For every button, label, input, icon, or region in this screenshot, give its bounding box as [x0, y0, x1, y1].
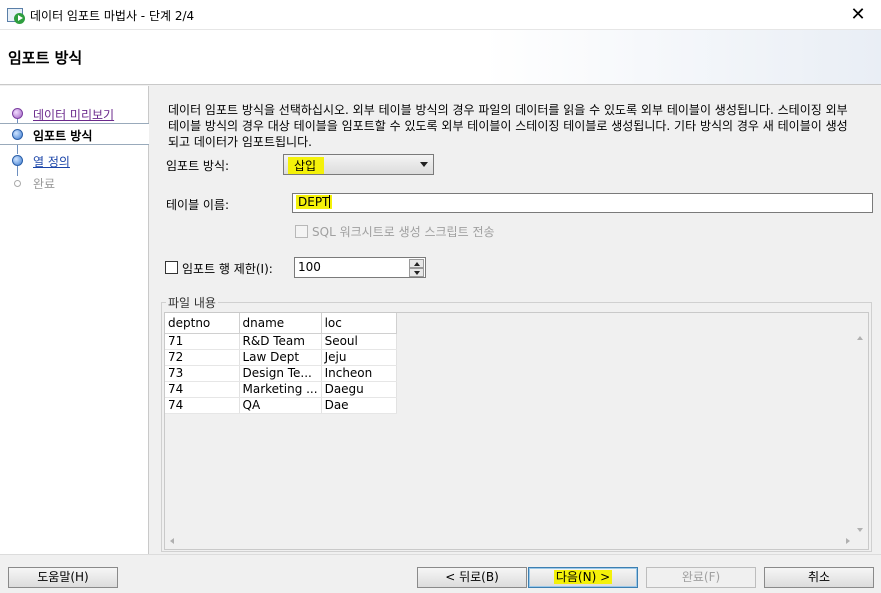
limit-rows-label: 임포트 행 제한(I): [182, 262, 273, 276]
title-bar: 데이터 임포트 마법사 - 단계 2/4 ✕ [0, 0, 881, 30]
window-title: 데이터 임포트 마법사 - 단계 2/4 [30, 9, 195, 23]
close-icon[interactable]: ✕ [835, 0, 881, 30]
file-contents-title: 파일 내용 [166, 294, 218, 311]
import-method-select[interactable]: 삽입 [283, 154, 434, 175]
play-icon [14, 13, 25, 24]
column-header[interactable]: loc [321, 313, 397, 334]
table-cell: Law Dept [239, 349, 322, 366]
sql-script-checkbox [295, 225, 308, 238]
table-cell: 73 [165, 365, 240, 382]
limit-rows-value: 100 [298, 260, 321, 274]
table-cell: Dae [321, 397, 397, 414]
column-header[interactable]: deptno [165, 313, 240, 334]
table-cell: Seoul [321, 333, 397, 350]
table-name-label: 테이블 이름: [166, 198, 230, 212]
table-cell: Design Te... [239, 365, 322, 382]
step-node-icon [14, 180, 21, 187]
back-button[interactable]: < 뒤로(B) [417, 567, 527, 588]
step-column-definition[interactable]: 열 정의 [0, 150, 149, 172]
next-button-label: 다음(N) > [553, 570, 613, 584]
page-title: 임포트 방식 [8, 49, 83, 67]
limit-rows-spinner[interactable]: 100 [294, 257, 426, 278]
steps-sidebar: 데이터 미리보기 임포트 방식 열 정의 완료 [0, 86, 149, 554]
table-cell: Daegu [321, 381, 397, 398]
step-label: 임포트 방식 [33, 129, 93, 143]
column-header[interactable]: dname [239, 313, 322, 334]
step-node-icon [12, 108, 23, 119]
next-button[interactable]: 다음(N) > [528, 567, 638, 588]
step-node-icon [12, 129, 23, 140]
step-import-method: 임포트 방식 [0, 123, 149, 145]
table-cell: 72 [165, 349, 240, 366]
step-label: 완료 [33, 177, 56, 191]
text-caret [329, 195, 331, 208]
app-icon [7, 8, 25, 24]
sql-script-label: SQL 워크시트로 생성 스크립트 전송 [312, 225, 495, 239]
table-cell: 71 [165, 333, 240, 350]
file-contents-table-area: deptno dname loc 71 R&D Team Seoul 72 La… [164, 312, 869, 550]
table-cell: Marketing ... [239, 381, 322, 398]
file-contents-table: deptno dname loc 71 R&D Team Seoul 72 La… [165, 313, 397, 414]
step-label: 열 정의 [33, 155, 70, 169]
table-cell: Jeju [321, 349, 397, 366]
vertical-scrollbar[interactable] [853, 314, 867, 536]
spinner-up-icon[interactable] [409, 259, 424, 268]
step-finish: 완료 [0, 172, 149, 194]
cancel-button[interactable]: 취소 [764, 567, 874, 588]
table-cell: R&D Team [239, 333, 322, 350]
import-method-label: 임포트 방식: [166, 159, 230, 173]
scroll-down-icon[interactable] [857, 528, 863, 532]
spinner-down-icon[interactable] [409, 268, 424, 277]
scroll-left-icon[interactable] [170, 538, 174, 544]
step-node-icon [12, 155, 23, 166]
import-method-value: 삽입 [288, 157, 325, 174]
step-data-preview[interactable]: 데이터 미리보기 [0, 103, 149, 125]
table-cell: Incheon [321, 365, 397, 382]
footer-divider [0, 554, 881, 555]
step-label: 데이터 미리보기 [33, 108, 115, 122]
scroll-right-icon[interactable] [846, 538, 850, 544]
table-row[interactable]: 74 QA Dae [165, 397, 397, 414]
table-row[interactable]: 72 Law Dept Jeju [165, 349, 397, 366]
table-row[interactable]: 71 R&D Team Seoul [165, 333, 397, 350]
chevron-down-icon [420, 162, 428, 167]
table-cell: 74 [165, 397, 240, 414]
finish-button: 완료(F) [646, 567, 756, 588]
table-name-input[interactable]: DEPT [292, 193, 873, 213]
table-row[interactable]: 73 Design Te... Incheon [165, 365, 397, 382]
description-text: 데이터 임포트 방식을 선택하십시오. 외부 테이블 방식의 경우 파일의 데이… [168, 103, 848, 149]
horizontal-scrollbar[interactable] [166, 535, 854, 548]
table-cell: QA [239, 397, 322, 414]
help-button[interactable]: 도움말(H) [8, 567, 118, 588]
table-name-value-wrap: DEPT [296, 195, 333, 209]
wizard-header: 임포트 방식 [0, 30, 881, 85]
table-name-value: DEPT [298, 195, 330, 209]
table-row[interactable]: 74 Marketing ... Daegu [165, 381, 397, 398]
scroll-up-icon[interactable] [857, 336, 863, 340]
table-header-row: deptno dname loc [165, 313, 397, 334]
limit-rows-checkbox[interactable] [165, 261, 178, 274]
table-cell: 74 [165, 381, 240, 398]
